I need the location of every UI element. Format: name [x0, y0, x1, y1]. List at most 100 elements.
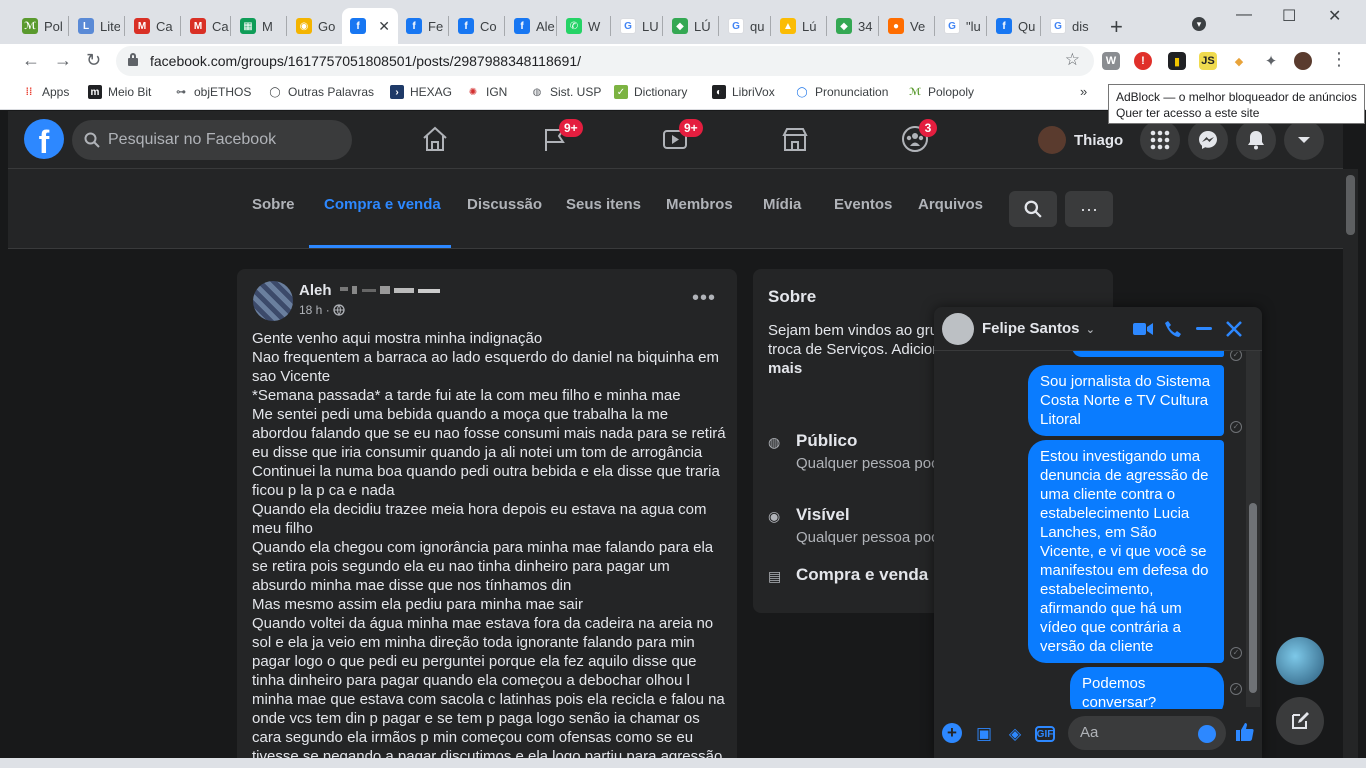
browser-tab[interactable]: ✆ W	[558, 8, 610, 44]
chat-contact-avatar[interactable]	[942, 313, 974, 345]
tab-discussao[interactable]: Discussão	[467, 196, 542, 213]
bookmark-star-icon[interactable]: ☆	[1065, 50, 1080, 70]
back-icon[interactable]: ←	[22, 50, 40, 71]
facebook-search-input[interactable]: Pesquisar no Facebook	[72, 120, 352, 160]
page-scroll-thumb[interactable]	[1346, 175, 1355, 235]
new-message-button[interactable]	[1276, 697, 1324, 745]
bookmark-item[interactable]: ◯ Outras Palavras	[268, 85, 374, 99]
extension-bird-icon[interactable]: ◆	[1230, 52, 1248, 70]
tab-seus-itens[interactable]: Seus itens	[566, 196, 641, 213]
post-author-name[interactable]: Aleh	[299, 282, 440, 299]
address-url[interactable]: facebook.com/groups/1617757051808501/pos…	[150, 53, 581, 69]
forward-icon[interactable]: →	[54, 50, 72, 71]
browser-tab[interactable]: ● Ve	[880, 8, 934, 44]
browser-tab[interactable]: f ✕	[342, 8, 398, 44]
emoji-icon[interactable]	[1198, 725, 1216, 743]
nav-pages[interactable]: 9+	[541, 119, 583, 153]
bookmark-item[interactable]: ℳ Polopoly	[908, 85, 974, 99]
close-window-icon[interactable]: ✕	[1328, 6, 1341, 26]
group-more-button[interactable]: ···	[1065, 191, 1113, 227]
tab-midia[interactable]: Mídia	[763, 196, 801, 213]
bookmark-item[interactable]: ⁞⁞ Apps	[22, 85, 69, 99]
gif-icon[interactable]: GIF	[1035, 726, 1055, 742]
bookmark-item[interactable]: ⊶ objETHOS	[174, 85, 251, 99]
browser-tab[interactable]: G "lu	[936, 8, 986, 44]
browser-tab[interactable]: ◉ Go	[288, 8, 340, 44]
browser-tab[interactable]: ▦ M	[232, 8, 286, 44]
group-search-button[interactable]	[1009, 191, 1057, 227]
see-more-link[interactable]: mais	[768, 360, 802, 377]
page-scrollbar[interactable]	[1343, 169, 1358, 758]
menu-button[interactable]	[1140, 120, 1180, 160]
bookmark-item[interactable]: ✓ Dictionary	[614, 85, 687, 99]
bookmark-item[interactable]: ✺ IGN	[466, 85, 507, 99]
facebook-logo-icon[interactable]: f	[24, 119, 64, 159]
browser-tab[interactable]: f Co	[450, 8, 504, 44]
notifications-button[interactable]	[1236, 120, 1276, 160]
browser-tab[interactable]: Gdis	[1042, 8, 1092, 44]
photo-icon[interactable]: ▣	[973, 723, 995, 745]
browser-tab[interactable]: Gqu	[720, 8, 770, 44]
chat-contact-name[interactable]: Felipe Santos ⌄	[982, 320, 1095, 337]
browser-tab[interactable]: f Ale	[506, 8, 556, 44]
marketplace-icon[interactable]	[781, 125, 809, 153]
thumbs-up-icon[interactable]	[1235, 722, 1255, 742]
extension-wordpress-icon[interactable]: W	[1102, 52, 1120, 70]
bookmark-item[interactable]: ◍ Sist. USP	[530, 85, 601, 99]
plus-icon[interactable]: +	[942, 723, 962, 743]
close-icon[interactable]	[1226, 321, 1242, 337]
tab-eventos[interactable]: Eventos	[834, 196, 892, 213]
post-options-icon[interactable]: •••	[692, 287, 716, 310]
extension-adblock-icon[interactable]: !	[1134, 52, 1152, 70]
extension-js-icon[interactable]: JS	[1199, 52, 1217, 70]
tab-membros[interactable]: Membros	[666, 196, 733, 213]
close-tab-icon[interactable]: ✕	[378, 18, 390, 35]
browser-tab[interactable]: ◆ 34	[828, 8, 878, 44]
browser-tab[interactable]: ℳ Pol	[14, 8, 68, 44]
tab-arquivos[interactable]: Arquivos	[918, 196, 983, 213]
minimize-window-icon[interactable]: —	[1236, 6, 1252, 24]
sticker-icon[interactable]: ◈	[1004, 723, 1026, 745]
chat-message-input[interactable]: Aa	[1068, 716, 1226, 750]
home-icon[interactable]	[421, 125, 449, 153]
tab-search-icon[interactable]: ▾	[1192, 17, 1206, 31]
post-author-first-name[interactable]: Aleh	[299, 282, 332, 299]
phone-icon[interactable]	[1164, 320, 1182, 338]
new-tab-button[interactable]: +	[1110, 14, 1123, 40]
browser-tab[interactable]: L Lite	[70, 8, 124, 44]
tab-separator	[878, 16, 879, 36]
browser-tab[interactable]: M Ca	[182, 8, 230, 44]
more-bookmarks-icon[interactable]: »	[1080, 84, 1087, 99]
profile-button[interactable]: Thiago	[1038, 125, 1123, 155]
browser-tab[interactable]: G LU	[612, 8, 662, 44]
tab-compra-e-venda[interactable]: Compra e venda	[324, 196, 441, 213]
post-time[interactable]: 18 h ·	[299, 303, 330, 317]
nav-groups[interactable]: 3	[901, 119, 937, 153]
chat-scrollbar[interactable]	[1246, 351, 1260, 707]
bookmark-item[interactable]: ◐ LibriVox	[712, 85, 775, 99]
account-button[interactable]	[1284, 120, 1324, 160]
extensions-puzzle-icon[interactable]: ✦	[1262, 52, 1280, 70]
chat-scroll-thumb[interactable]	[1249, 503, 1257, 693]
nav-watch[interactable]: 9+	[661, 119, 703, 153]
browser-tab[interactable]: M Ca	[126, 8, 180, 44]
maximize-window-icon[interactable]: ☐	[1282, 6, 1296, 26]
post-author-avatar[interactable]	[253, 281, 293, 321]
browser-tab[interactable]: f Qu	[988, 8, 1040, 44]
reload-icon[interactable]: ↻	[86, 50, 101, 71]
address-bar[interactable]: facebook.com/groups/1617757051808501/pos…	[116, 46, 1094, 76]
browser-tab[interactable]: ◆ LÚ	[664, 8, 718, 44]
chat-head-avatar[interactable]	[1276, 637, 1324, 685]
minimize-chat-icon[interactable]	[1196, 327, 1212, 331]
browser-tab[interactable]: ▲ Lú	[772, 8, 826, 44]
profile-avatar[interactable]	[1294, 52, 1312, 70]
browser-menu-icon[interactable]: ⋮	[1330, 49, 1348, 70]
messenger-button[interactable]	[1188, 120, 1228, 160]
video-call-icon[interactable]	[1133, 321, 1153, 337]
tab-sobre[interactable]: Sobre	[252, 196, 295, 213]
browser-tab[interactable]: f Fe	[398, 8, 448, 44]
bookmark-item[interactable]: ◯ Pronunciation	[795, 85, 888, 99]
bookmark-item[interactable]: › HEXAG	[390, 85, 452, 99]
bookmark-item[interactable]: m Meio Bit	[88, 85, 151, 99]
extension-note-icon[interactable]: ▮	[1168, 52, 1186, 70]
